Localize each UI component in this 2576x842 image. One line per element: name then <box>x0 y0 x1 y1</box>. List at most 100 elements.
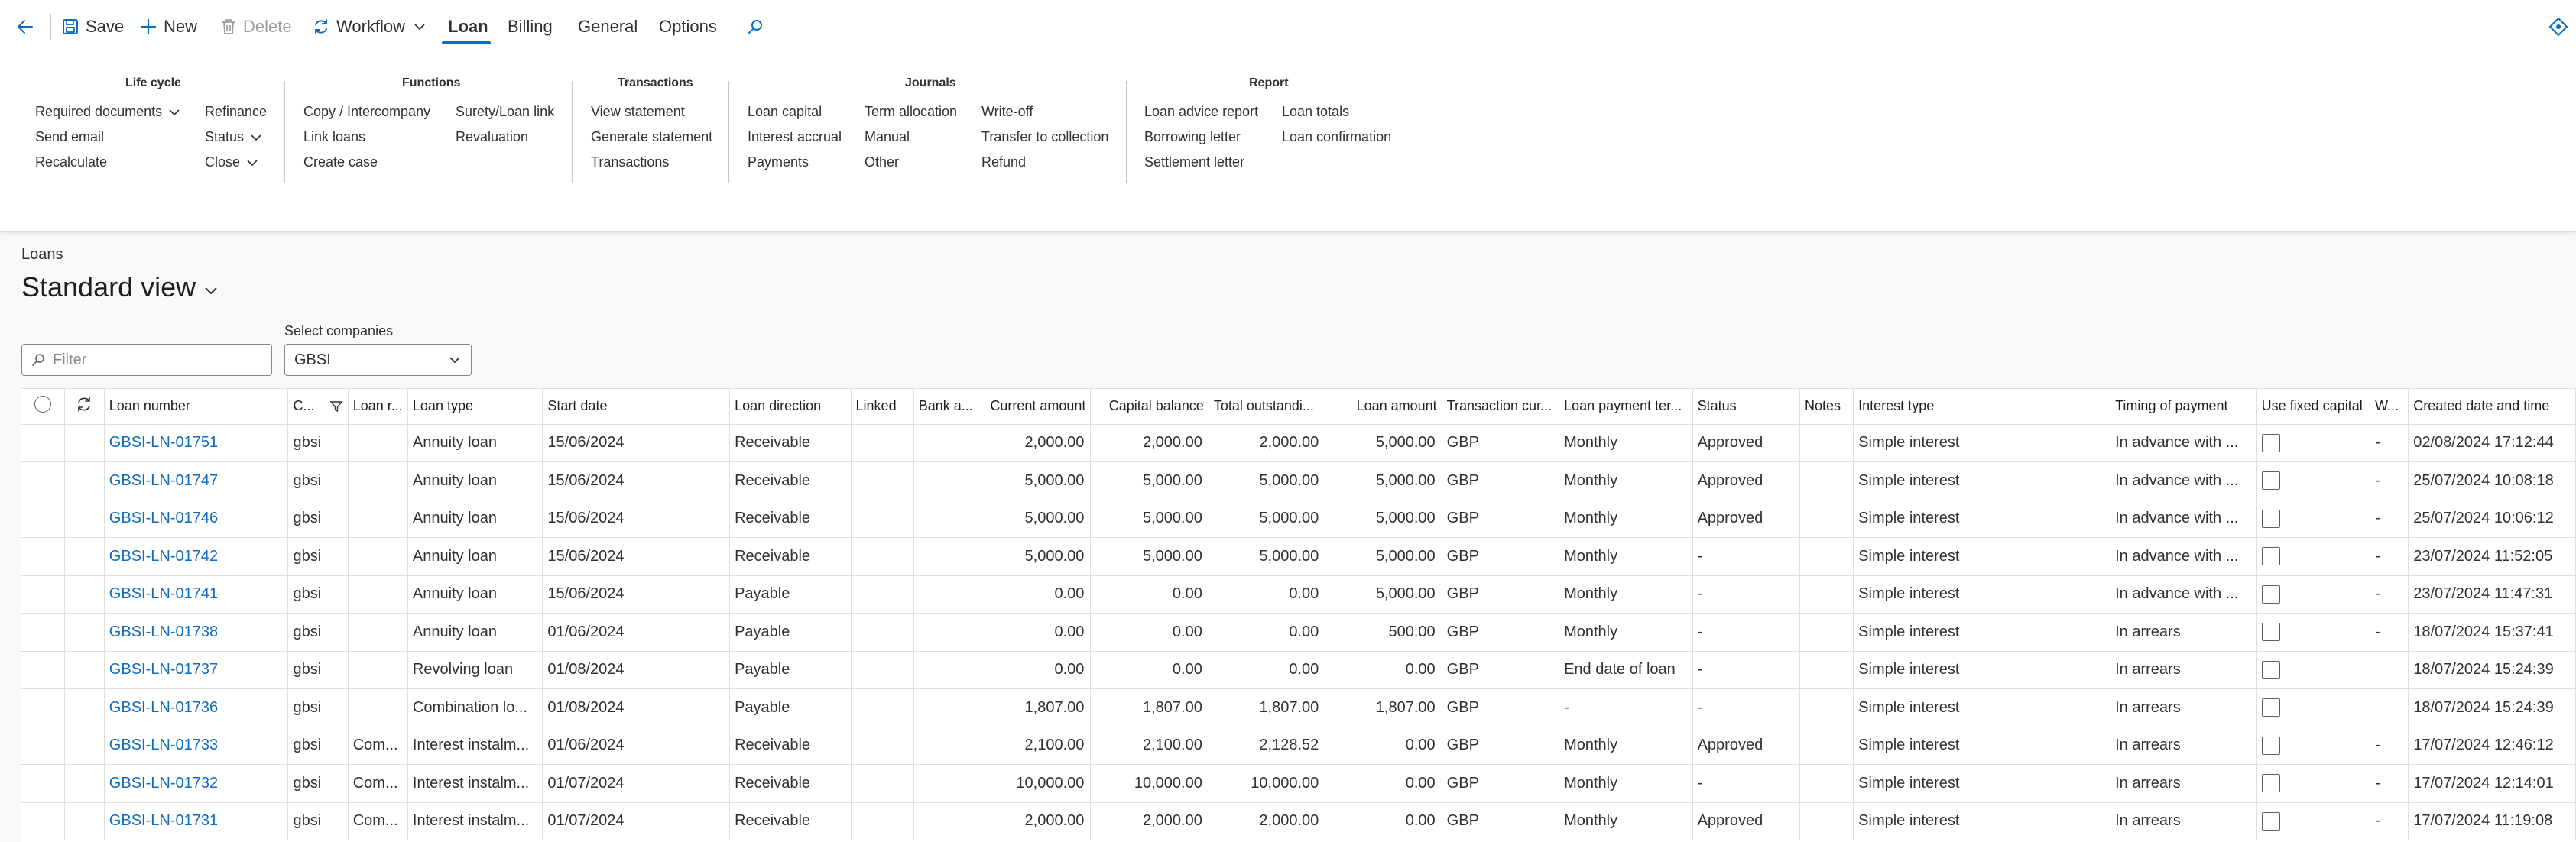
delete-button[interactable]: Delete <box>220 11 292 43</box>
use-fixed-capital-checkbox[interactable] <box>2261 585 2280 604</box>
select-all-radio[interactable] <box>34 396 51 413</box>
table-row[interactable]: GBSI-LN-01741 gbsi Annuity loan 15/06/2024 P… <box>21 575 2576 614</box>
col-header-start-date[interactable]: Start date <box>542 389 731 425</box>
term-allocation-button[interactable]: Term allocation <box>865 104 957 120</box>
interest-accrual-button[interactable]: Interest accrual <box>748 129 842 145</box>
cell-loan-number[interactable]: GBSI-LN-01751 <box>104 424 289 462</box>
close-button[interactable]: Close <box>205 154 258 170</box>
col-header-created-date-time[interactable]: Created date and time <box>2408 389 2576 425</box>
cell-loan-number[interactable]: GBSI-LN-01741 <box>104 575 289 614</box>
row-select-cell[interactable] <box>21 537 65 576</box>
transactions-button[interactable]: Transactions <box>591 154 669 170</box>
col-header-company[interactable]: C... <box>287 389 349 425</box>
col-header-w[interactable]: W... <box>2370 389 2409 425</box>
col-header-bank-account[interactable]: Bank a... <box>913 389 978 425</box>
cell-loan-number[interactable]: GBSI-LN-01738 <box>104 613 289 652</box>
tab-options[interactable]: Options <box>659 11 717 43</box>
write-off-button[interactable]: Write-off <box>981 104 1033 120</box>
col-header-loan-direction[interactable]: Loan direction <box>729 389 852 425</box>
refresh-header[interactable] <box>64 389 105 425</box>
col-header-loan-reference[interactable]: Loan r... <box>348 389 408 425</box>
row-select-cell[interactable] <box>21 575 65 614</box>
view-statement-button[interactable]: View statement <box>591 104 685 120</box>
loan-confirmation-button[interactable]: Loan confirmation <box>1282 129 1391 145</box>
manual-button[interactable]: Manual <box>865 129 910 145</box>
table-row[interactable]: GBSI-LN-01731 gbsi Com... Interest instalm.… <box>21 802 2576 840</box>
use-fixed-capital-checkbox[interactable] <box>2261 698 2280 717</box>
row-select-cell[interactable] <box>21 727 65 765</box>
use-fixed-capital-checkbox[interactable] <box>2261 509 2280 528</box>
table-row[interactable]: GBSI-LN-01742 gbsi Annuity loan 15/06/2024 R… <box>21 537 2576 576</box>
save-button[interactable]: Save <box>61 11 124 43</box>
col-header-total-outstanding[interactable]: Total outstandi... <box>1209 389 1326 425</box>
table-row[interactable]: GBSI-LN-01738 gbsi Annuity loan 01/06/2024 P… <box>21 613 2576 652</box>
col-header-timing-of-payment[interactable]: Timing of payment <box>2110 389 2257 425</box>
table-row[interactable]: GBSI-LN-01751 gbsi Annuity loan 15/06/2024 R… <box>21 424 2576 462</box>
row-select-cell[interactable] <box>21 651 65 689</box>
borrowing-letter-button[interactable]: Borrowing letter <box>1144 129 1241 145</box>
row-select-cell[interactable] <box>21 424 65 462</box>
use-fixed-capital-checkbox[interactable] <box>2261 736 2280 755</box>
send-email-button[interactable]: Send email <box>35 129 104 145</box>
link-loans-button[interactable]: Link loans <box>303 129 365 145</box>
required-documents-button[interactable]: Required documents <box>35 104 180 120</box>
generate-statement-button[interactable]: Generate statement <box>591 129 712 145</box>
col-header-transaction-currency[interactable]: Transaction cur... <box>1442 389 1560 425</box>
col-header-capital-balance[interactable]: Capital balance <box>1090 389 1209 425</box>
table-row[interactable]: GBSI-LN-01733 gbsi Com... Interest instalm.… <box>21 727 2576 765</box>
col-header-current-amount[interactable]: Current amount <box>978 389 1092 425</box>
col-header-loan-number[interactable]: Loan number <box>104 389 289 425</box>
col-header-loan-payment-terms[interactable]: Loan payment ter... <box>1559 389 1693 425</box>
cell-loan-number[interactable]: GBSI-LN-01747 <box>104 461 289 500</box>
refresh-icon[interactable] <box>75 395 93 413</box>
filter-funnel-icon[interactable] <box>329 400 343 413</box>
search-button[interactable] <box>746 11 764 43</box>
recalculate-button[interactable]: Recalculate <box>35 154 107 170</box>
workflow-button[interactable]: Workflow <box>312 11 427 43</box>
use-fixed-capital-checkbox[interactable] <box>2261 547 2280 566</box>
col-header-status[interactable]: Status <box>1692 389 1800 425</box>
row-select-cell[interactable] <box>21 802 65 840</box>
view-selector[interactable]: Standard view <box>21 271 219 303</box>
tab-loan[interactable]: Loan <box>448 11 488 43</box>
tab-billing[interactable]: Billing <box>508 11 553 43</box>
settlement-letter-button[interactable]: Settlement letter <box>1144 154 1244 170</box>
filter-input[interactable] <box>51 350 261 370</box>
col-header-interest-type[interactable]: Interest type <box>1853 389 2111 425</box>
table-row[interactable]: GBSI-LN-01737 gbsi Revolving loan 01/08/202… <box>21 651 2576 689</box>
personalize-button[interactable] <box>2548 11 2568 43</box>
status-button[interactable]: Status <box>205 129 262 145</box>
cell-loan-number[interactable]: GBSI-LN-01733 <box>104 727 289 765</box>
cell-loan-number[interactable]: GBSI-LN-01731 <box>104 802 289 840</box>
refinance-button[interactable]: Refinance <box>205 104 267 120</box>
use-fixed-capital-checkbox[interactable] <box>2261 811 2280 831</box>
row-select-cell[interactable] <box>21 500 65 538</box>
loan-capital-button[interactable]: Loan capital <box>748 104 822 120</box>
refund-button[interactable]: Refund <box>981 154 1026 170</box>
cell-loan-number[interactable]: GBSI-LN-01732 <box>104 764 289 803</box>
table-row[interactable]: GBSI-LN-01746 gbsi Annuity loan 15/06/2024 R… <box>21 500 2576 538</box>
filter-field[interactable] <box>21 344 272 376</box>
table-row[interactable]: GBSI-LN-01732 gbsi Com... Interest instalm.… <box>21 764 2576 803</box>
create-case-button[interactable]: Create case <box>303 154 378 170</box>
row-select-cell[interactable] <box>21 688 65 727</box>
companies-select[interactable]: GBSI <box>284 344 472 376</box>
row-select-cell[interactable] <box>21 461 65 500</box>
use-fixed-capital-checkbox[interactable] <box>2261 774 2280 793</box>
new-button[interactable]: New <box>139 11 197 43</box>
copy-intercompany-button[interactable]: Copy / Intercompany <box>303 104 430 120</box>
use-fixed-capital-checkbox[interactable] <box>2261 471 2280 491</box>
loan-totals-button[interactable]: Loan totals <box>1282 104 1349 120</box>
col-header-notes[interactable]: Notes <box>1799 389 1854 425</box>
col-header-linked[interactable]: Linked <box>851 389 914 425</box>
cell-loan-number[interactable]: GBSI-LN-01736 <box>104 688 289 727</box>
col-header-loan-type[interactable]: Loan type <box>407 389 543 425</box>
back-button[interactable] <box>15 11 35 43</box>
col-header-use-fixed-capital[interactable]: Use fixed capital <box>2256 389 2371 425</box>
tab-general[interactable]: General <box>578 11 638 43</box>
table-row[interactable]: GBSI-LN-01747 gbsi Annuity loan 15/06/2024 R… <box>21 461 2576 500</box>
surety-loan-link-button[interactable]: Surety/Loan link <box>456 104 554 120</box>
table-row[interactable]: GBSI-LN-01736 gbsi Combination lo... 01/08/… <box>21 688 2576 727</box>
cell-loan-number[interactable]: GBSI-LN-01742 <box>104 537 289 576</box>
use-fixed-capital-checkbox[interactable] <box>2261 623 2280 642</box>
